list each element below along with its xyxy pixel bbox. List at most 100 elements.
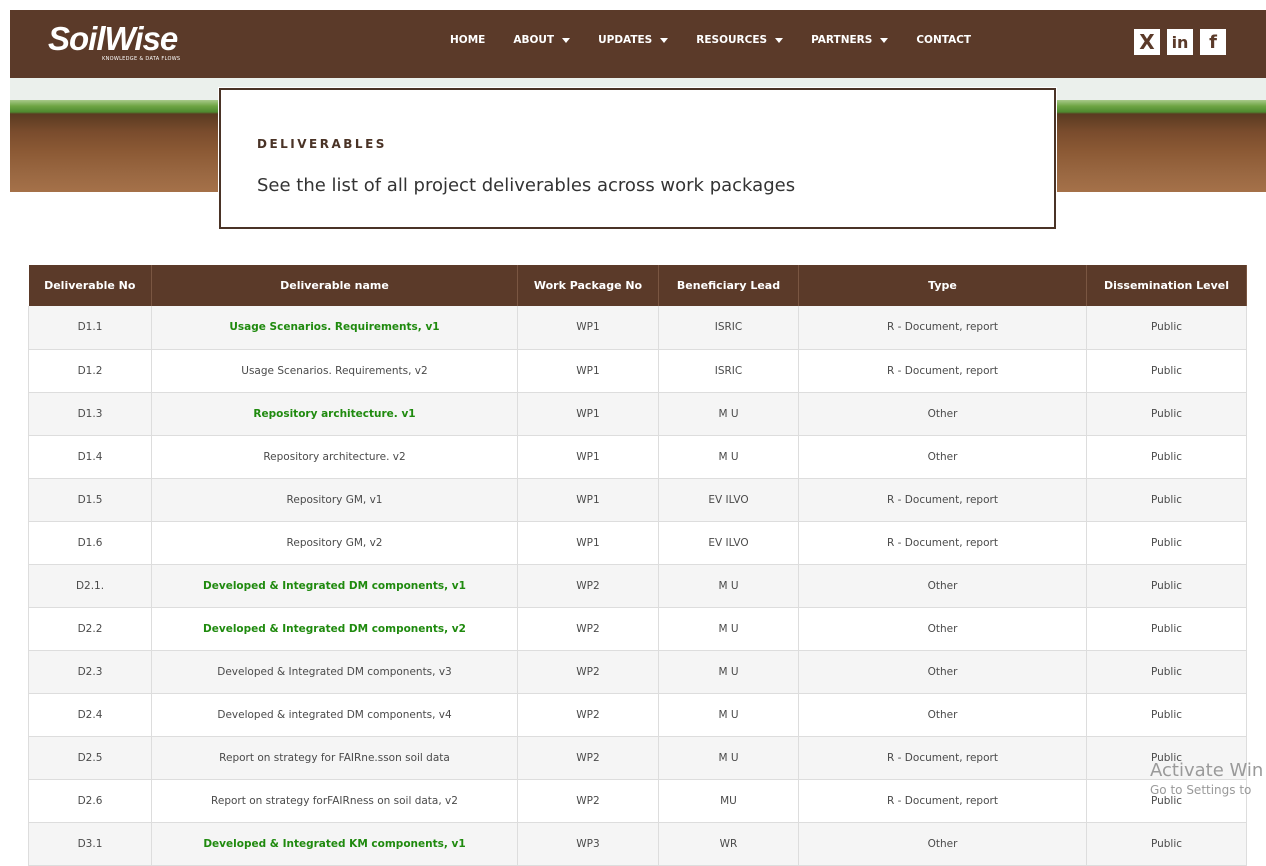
cell-dissemination-level: Public (1086, 478, 1247, 522)
table-row: D2.6 Report on strategy forFAIRness on so… (28, 779, 1247, 823)
cell-type: Other (798, 435, 1087, 479)
cell-deliverable-no: D2.1. (28, 564, 152, 608)
cell-type: R - Document, report (798, 521, 1087, 565)
col-header-dissemination-level[interactable]: Dissemination Level (1086, 265, 1247, 306)
cell-deliverable-name: Repository GM, v2 (151, 521, 518, 565)
deliverable-link[interactable]: Developed & Integrated KM components, v1 (151, 822, 518, 866)
deliverables-table: Deliverable No Deliverable name Work Pac… (28, 265, 1247, 866)
cell-work-package: WP2 (517, 736, 659, 780)
cell-deliverable-no: D1.6 (28, 521, 152, 565)
cell-deliverable-name: Repository architecture. v2 (151, 435, 518, 479)
cell-dissemination-level: Public (1086, 822, 1247, 866)
cell-deliverable-name: Usage Scenarios. Requirements, v2 (151, 349, 518, 393)
cell-beneficiary-lead: M U (658, 564, 799, 608)
cell-deliverable-name: Report on strategy forFAIRness on soil d… (151, 779, 518, 823)
linkedin-icon[interactable]: in (1167, 29, 1193, 55)
table-row: D2.1. Developed & Integrated DM component… (28, 564, 1247, 608)
page-title: See the list of all project deliverables… (257, 175, 796, 196)
chevron-down-icon (880, 37, 889, 43)
nav-partners[interactable]: PARTNERS (811, 34, 889, 46)
nav-updates[interactable]: UPDATES (598, 34, 669, 46)
cell-type: R - Document, report (798, 736, 1087, 780)
cell-dissemination-level: Public (1086, 693, 1247, 737)
cell-deliverable-no: D3.1 (28, 822, 152, 866)
cell-work-package: WP1 (517, 349, 659, 393)
cell-type: Other (798, 607, 1087, 651)
chevron-down-icon (775, 37, 784, 43)
cell-work-package: WP1 (517, 306, 659, 350)
cell-dissemination-level: Public (1086, 607, 1247, 651)
cell-deliverable-no: D2.6 (28, 779, 152, 823)
logo-wordmark: SoilWise (48, 20, 178, 57)
page-kicker: DELIVERABLES (257, 137, 387, 151)
page-title-card: DELIVERABLES See the list of all project… (219, 88, 1056, 229)
cell-type: R - Document, report (798, 306, 1087, 350)
soil-illustration-left (10, 100, 225, 192)
cell-type: R - Document, report (798, 779, 1087, 823)
cell-beneficiary-lead: EV ILVO (658, 521, 799, 565)
table-row: D2.4 Developed & integrated DM components… (28, 693, 1247, 737)
deliverable-link[interactable]: Usage Scenarios. Requirements, v1 (151, 306, 518, 350)
nav-contact[interactable]: CONTACT (916, 34, 971, 46)
cell-deliverable-name: Repository GM, v1 (151, 478, 518, 522)
cell-dissemination-level: Public (1086, 564, 1247, 608)
cell-beneficiary-lead: EV ILVO (658, 478, 799, 522)
col-header-deliverable-no[interactable]: Deliverable No (28, 265, 152, 306)
chevron-down-icon (660, 37, 669, 43)
cell-dissemination-level: Public (1086, 435, 1247, 479)
cell-dissemination-level: Public (1086, 392, 1247, 436)
nav-resources[interactable]: RESOURCES (696, 34, 784, 46)
cell-deliverable-no: D2.5 (28, 736, 152, 780)
table-row: D1.3 Repository architecture. v1 WP1 M U Oth… (28, 392, 1247, 436)
nav-home[interactable]: HOME (450, 34, 485, 46)
cell-work-package: WP2 (517, 693, 659, 737)
table-row: D1.4 Repository architecture. v2 WP1 M U Oth… (28, 435, 1247, 479)
col-header-deliverable-name[interactable]: Deliverable name (151, 265, 518, 306)
col-header-type[interactable]: Type (798, 265, 1087, 306)
col-header-beneficiary-lead[interactable]: Beneficiary Lead (658, 265, 799, 306)
cell-beneficiary-lead: ISRIC (658, 306, 799, 350)
deliverable-link[interactable]: Developed & Integrated DM components, v1 (151, 564, 518, 608)
cell-deliverable-no: D1.5 (28, 478, 152, 522)
cell-deliverable-no: D2.4 (28, 693, 152, 737)
cell-work-package: WP3 (517, 822, 659, 866)
table-row: D2.2 Developed & Integrated DM components… (28, 607, 1247, 651)
cell-deliverable-no: D1.2 (28, 349, 152, 393)
deliverables-table-wrap: Deliverable No Deliverable name Work Pac… (28, 265, 1247, 866)
cell-dissemination-level: Public (1086, 736, 1247, 780)
nav-about[interactable]: ABOUT (513, 34, 571, 46)
social-links: X in f (1134, 29, 1226, 55)
cell-type: Other (798, 693, 1087, 737)
facebook-icon[interactable]: f (1200, 29, 1226, 55)
table-row: D2.5 Report on strategy for FAIRne.sson s… (28, 736, 1247, 780)
table-row: D1.5 Repository GM, v1 WP1 EV ILVO R - Docum… (28, 478, 1247, 522)
cell-beneficiary-lead: M U (658, 736, 799, 780)
cell-type: Other (798, 564, 1087, 608)
cell-beneficiary-lead: M U (658, 392, 799, 436)
cell-type: R - Document, report (798, 478, 1087, 522)
cell-dissemination-level: Public (1086, 521, 1247, 565)
cell-work-package: WP1 (517, 478, 659, 522)
cell-deliverable-no: D2.2 (28, 607, 152, 651)
cell-work-package: WP2 (517, 779, 659, 823)
soilwise-logo[interactable]: SoilWise KNOWLEDGE & DATA FLOWS (48, 20, 180, 62)
cell-type: Other (798, 650, 1087, 694)
x-icon[interactable]: X (1134, 29, 1160, 55)
deliverable-link[interactable]: Repository architecture. v1 (151, 392, 518, 436)
cell-deliverable-no: D1.1 (28, 306, 152, 350)
soil-illustration-right (1052, 100, 1266, 192)
cell-beneficiary-lead: MU (658, 779, 799, 823)
cell-dissemination-level: Public (1086, 306, 1247, 350)
cell-type: Other (798, 822, 1087, 866)
cell-beneficiary-lead: M U (658, 607, 799, 651)
deliverable-link[interactable]: Developed & Integrated DM components, v2 (151, 607, 518, 651)
col-header-work-package[interactable]: Work Package No (517, 265, 659, 306)
table-row: D2.3 Developed & Integrated DM components… (28, 650, 1247, 694)
cell-deliverable-name: Developed & Integrated DM components, v3 (151, 650, 518, 694)
cell-type: Other (798, 392, 1087, 436)
cell-beneficiary-lead: M U (658, 435, 799, 479)
table-row: D1.2 Usage Scenarios. Requirements, v2 WP1… (28, 349, 1247, 393)
main-nav: HOME ABOUT UPDATES RESOURCES PARTNERS CO… (450, 34, 999, 46)
cell-work-package: WP1 (517, 521, 659, 565)
cell-dissemination-level: Public (1086, 349, 1247, 393)
